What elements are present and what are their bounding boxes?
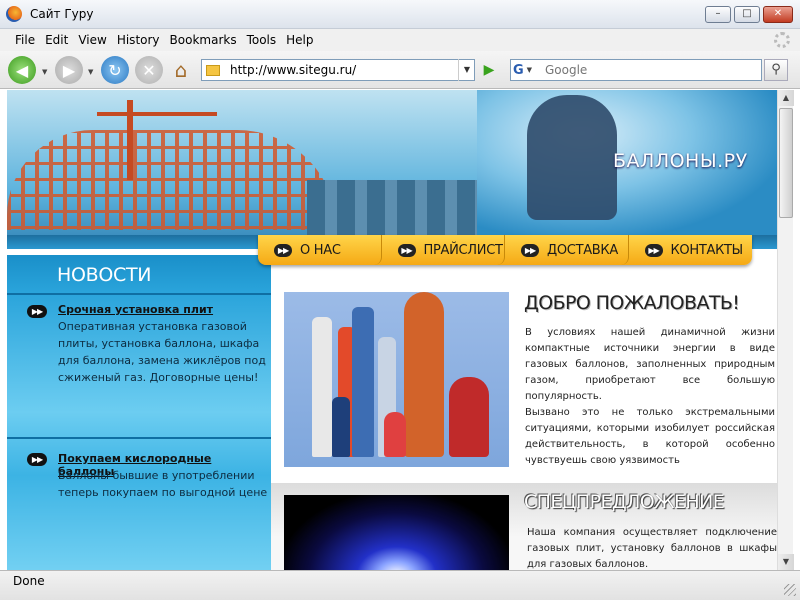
cylinder-image [404, 292, 444, 457]
menu-view[interactable]: View [78, 33, 106, 47]
bullet-arrows-icon: ▶▶ [521, 243, 539, 257]
nav-tab-delivery[interactable]: ▶▶ ДОСТАВКА [505, 235, 629, 265]
menu-history[interactable]: History [117, 33, 160, 47]
google-engine-icon[interactable]: G ▼ [513, 61, 537, 79]
nav-tab-label: О НАС [300, 242, 341, 258]
forward-history-dropdown-icon[interactable]: ▼ [88, 68, 93, 76]
reload-icon: ↻ [108, 60, 122, 80]
maximize-button[interactable]: □ [734, 6, 760, 23]
special-offer-text: Наша компания осуществляет подключение г… [527, 527, 777, 570]
cylinder-image [312, 317, 332, 457]
gas-flame-photo [284, 495, 509, 570]
arrow-right-icon: ▶ [62, 60, 76, 80]
main-content: ДОБРО ПОЖАЛОВАТЬ! В условиях нашей динам… [271, 255, 777, 570]
throbber-icon [774, 32, 790, 48]
cylinder-image [449, 377, 489, 457]
forward-button[interactable]: ▶ [55, 56, 83, 84]
gas-cylinders-photo [284, 292, 509, 467]
url-history-dropdown-icon[interactable]: ▼ [458, 59, 475, 81]
vertical-scrollbar[interactable]: ▲ ▼ [777, 90, 794, 570]
city-skyline-image [307, 180, 477, 235]
nav-tab-about[interactable]: ▶▶ О НАС [258, 235, 382, 265]
menu-bar: File Edit View History Bookmarks Tools H… [0, 29, 800, 51]
news-divider [7, 437, 271, 439]
news-heading: НОВОСТИ [57, 264, 152, 286]
bullet-arrows-icon: ▶▶ [644, 243, 663, 257]
engine-dropdown-icon[interactable]: ▼ [527, 66, 532, 74]
go-button[interactable]: ▶ [479, 60, 499, 80]
home-button[interactable]: ⌂ [167, 56, 195, 84]
news-item-text: Оперативная установка газовой плиты, уст… [58, 320, 266, 384]
news-item-text: Баллоны бывшие в употреблении теперь пок… [58, 469, 268, 499]
scroll-up-arrow-icon[interactable]: ▲ [778, 90, 794, 106]
search-input[interactable] [545, 63, 755, 77]
scroll-down-arrow-icon[interactable]: ▼ [778, 554, 794, 570]
nav-tab-label: ПРАЙСЛИСТ [423, 242, 503, 258]
magnifier-icon: ⚲ [771, 62, 781, 77]
resize-grip-icon[interactable] [784, 584, 796, 596]
nav-tab-contacts[interactable]: ▶▶ КОНТАКТЫ [629, 235, 753, 265]
url-input[interactable] [230, 63, 450, 77]
firefox-icon [6, 6, 22, 22]
nav-tab-label: КОНТАКТЫ [670, 242, 744, 258]
stop-button[interactable]: ✕ [135, 56, 163, 84]
site-navigation: ▶▶ О НАС ▶▶ ПРАЙСЛИСТ ▶▶ ДОСТАВКА ▶▶ КОН… [258, 235, 752, 265]
menu-bookmarks[interactable]: Bookmarks [170, 33, 237, 47]
stop-icon: ✕ [142, 60, 156, 80]
menu-help[interactable]: Help [286, 33, 313, 47]
menu-tools[interactable]: Tools [247, 33, 277, 47]
cylinder-image [352, 307, 374, 457]
web-page: БАЛЛОНЫ.РУ НОВОСТИ ▶▶ Срочная установка … [7, 90, 777, 570]
nav-tab-label: ДОСТАВКА [547, 242, 618, 258]
home-icon: ⌂ [174, 58, 188, 82]
menu-file[interactable]: File [15, 33, 35, 47]
search-button[interactable]: ⚲ [764, 59, 788, 81]
nav-tab-pricelist[interactable]: ▶▶ ПРАЙСЛИСТ [382, 235, 505, 265]
status-text: Done [13, 574, 45, 588]
back-button[interactable]: ◀ [8, 56, 36, 84]
special-offer-heading: СПЕЦПРЕДЛОЖЕНИЕ [524, 491, 725, 513]
arrow-left-icon: ◀ [15, 60, 29, 80]
crane-arm-image [97, 112, 217, 116]
menu-edit[interactable]: Edit [45, 33, 68, 47]
reload-button[interactable]: ↻ [101, 56, 129, 84]
site-logo-title[interactable]: БАЛЛОНЫ.РУ [613, 150, 748, 172]
close-button[interactable]: ✕ [763, 6, 793, 23]
stadium-scaffold-image [7, 130, 337, 230]
minimize-button[interactable]: – [705, 6, 731, 23]
window-title: Сайт Гуру [30, 7, 94, 21]
cylinder-image [332, 397, 350, 457]
news-heading-divider [7, 293, 271, 295]
bullet-arrows-icon: ▶▶ [397, 243, 416, 257]
bullet-arrows-icon: ▶▶ [274, 243, 292, 257]
page-favicon-icon [206, 64, 220, 76]
header-banner: БАЛЛОНЫ.РУ [7, 90, 777, 235]
news-item-title-link[interactable]: Срочная установка плит [58, 303, 213, 316]
title-bar: Сайт Гуру [0, 0, 800, 29]
news-sidebar: НОВОСТИ ▶▶ Срочная установка плит Операт… [7, 255, 271, 570]
search-bar[interactable]: G ▼ [510, 59, 762, 81]
welcome-paragraph: В условиях нашей динамичной жизни компак… [525, 327, 775, 402]
address-bar[interactable] [201, 59, 475, 81]
back-history-dropdown-icon[interactable]: ▼ [42, 68, 47, 76]
play-arrow-icon: ▶ [483, 62, 495, 78]
bullet-arrows-icon: ▶▶ [27, 305, 47, 318]
scroll-thumb[interactable] [779, 108, 793, 218]
worker-silhouette-image [527, 95, 617, 220]
welcome-paragraph: Вызвано это не только экстремальными сит… [525, 407, 775, 466]
cylinder-image [384, 412, 406, 457]
status-bar: Done [0, 570, 800, 600]
welcome-heading: ДОБРО ПОЖАЛОВАТЬ! [524, 292, 740, 314]
bullet-arrows-icon: ▶▶ [27, 453, 47, 466]
